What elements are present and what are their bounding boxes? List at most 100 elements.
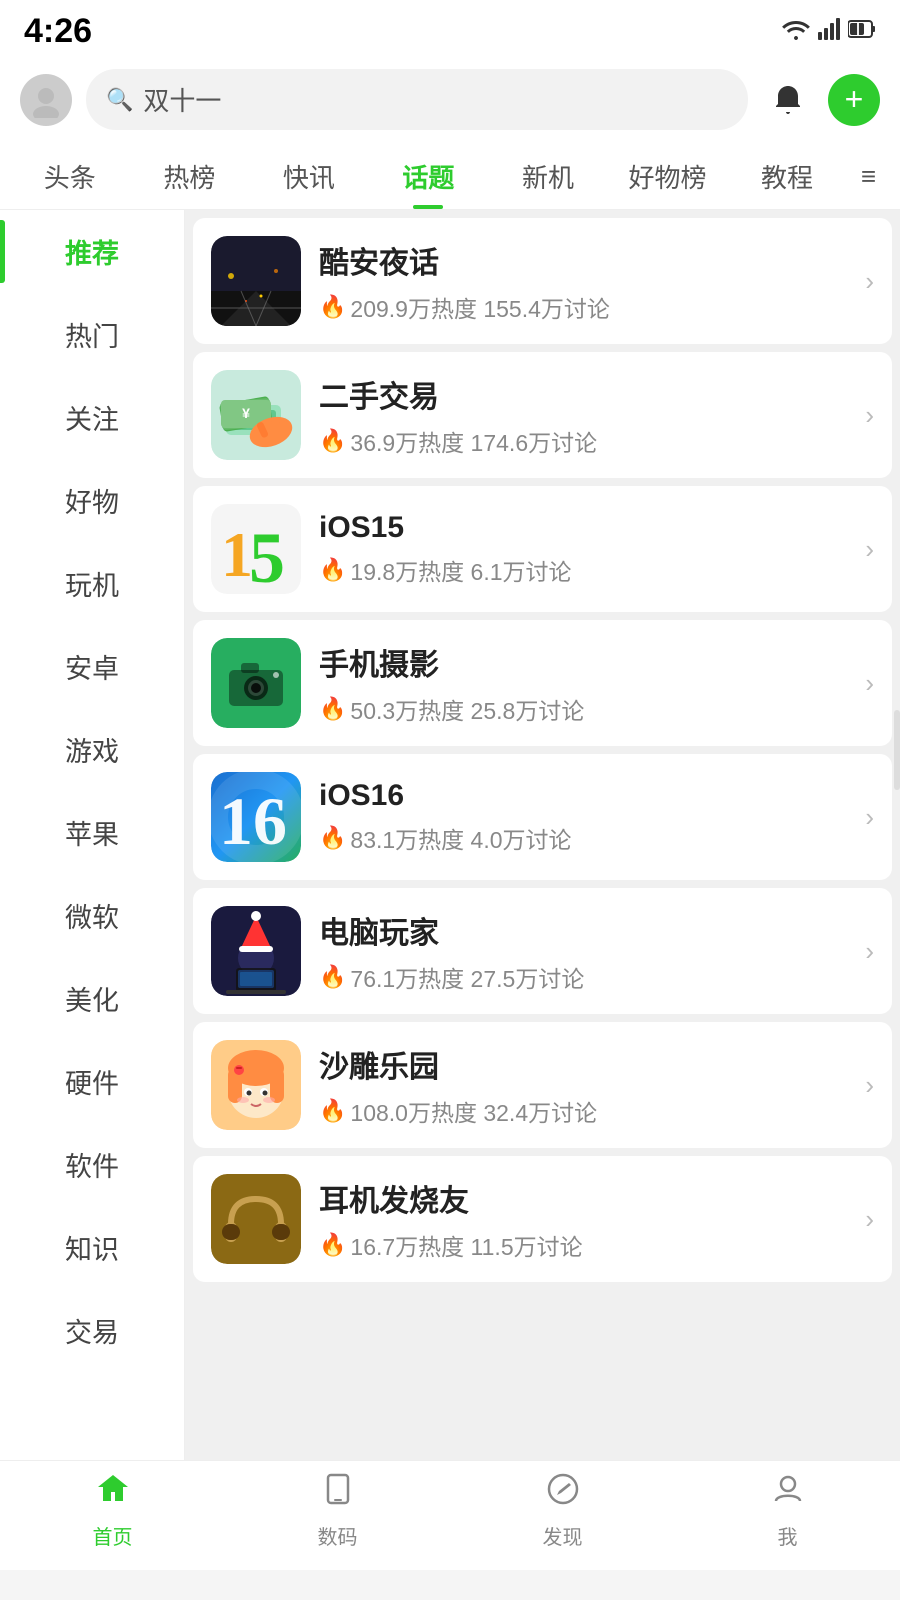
chevron-right-icon: › — [865, 1204, 874, 1235]
topic-thumb: 1 5 — [211, 504, 301, 594]
topic-stats: 🔥 19.8万热度 6.1万讨论 — [319, 553, 847, 587]
bottom-nav-home[interactable]: 首页 — [0, 1471, 225, 1550]
topic-thumb: 16 — [211, 772, 301, 862]
bottom-nav-digital[interactable]: 数码 — [225, 1471, 450, 1550]
main-content: 推荐 热门 关注 好物 玩机 安卓 游戏 苹果 微软 美化 硬件 软件 知识 交… — [0, 210, 900, 1460]
list-item[interactable]: 16 iOS16 🔥 83.1万热度 4.0万讨论 › — [193, 754, 892, 880]
fire-icon: 🔥 — [319, 557, 346, 583]
topic-stats: 🔥 76.1万热度 27.5万讨论 — [319, 960, 847, 994]
tab-headlines[interactable]: 头条 — [10, 140, 130, 209]
chevron-right-icon: › — [865, 1070, 874, 1101]
home-icon — [95, 1471, 131, 1516]
bottom-nav-digital-label: 数码 — [318, 1521, 358, 1550]
bottom-nav-profile[interactable]: 我 — [675, 1471, 900, 1550]
topic-stats: 🔥 16.7万热度 11.5万讨论 — [319, 1228, 847, 1262]
tab-newphone[interactable]: 新机 — [488, 140, 608, 209]
search-bar[interactable]: 🔍 双十一 — [86, 69, 748, 130]
topic-name: 手机摄影 — [319, 640, 847, 684]
nav-more-button[interactable]: ≡ — [847, 143, 890, 206]
fire-icon: 🔥 — [319, 964, 346, 990]
tab-tutorial[interactable]: 教程 — [727, 140, 847, 209]
tab-goodlist[interactable]: 好物榜 — [608, 140, 728, 209]
topic-name: 电脑玩家 — [319, 908, 847, 952]
discover-icon — [545, 1471, 581, 1516]
topic-name: 耳机发烧友 — [319, 1176, 847, 1220]
sidebar-item-trade[interactable]: 交易 — [0, 1289, 184, 1372]
signal-icon — [818, 18, 840, 46]
svg-text:5: 5 — [249, 518, 285, 594]
topic-heat-discuss: 50.3万热度 25.8万讨论 — [350, 692, 584, 726]
tab-flash[interactable]: 快讯 — [249, 140, 369, 209]
topic-stats: 🔥 50.3万热度 25.8万讨论 — [319, 692, 847, 726]
device-icon — [320, 1471, 356, 1516]
fire-icon: 🔥 — [319, 696, 346, 722]
topic-heat-discuss: 108.0万热度 32.4万讨论 — [350, 1094, 597, 1128]
topic-info: iOS15 🔥 19.8万热度 6.1万讨论 — [319, 511, 847, 587]
add-button[interactable]: + — [828, 74, 880, 126]
sidebar-item-apple[interactable]: 苹果 — [0, 791, 184, 874]
bottom-nav-discover[interactable]: 发现 — [450, 1471, 675, 1550]
topic-heat-discuss: 83.1万热度 4.0万讨论 — [350, 821, 571, 855]
bottom-nav-home-label: 首页 — [93, 1521, 133, 1550]
topic-info: 电脑玩家 🔥 76.1万热度 27.5万讨论 — [319, 908, 847, 994]
list-item[interactable]: ¥ 二手交易 🔥 36.9万热度 174.6万讨论 › — [193, 352, 892, 478]
sidebar-item-microsoft[interactable]: 微软 — [0, 874, 184, 957]
topic-info: 耳机发烧友 🔥 16.7万热度 11.5万讨论 — [319, 1176, 847, 1262]
fire-icon: 🔥 — [319, 1232, 346, 1258]
topic-stats: 🔥 36.9万热度 174.6万讨论 — [319, 424, 847, 458]
chevron-right-icon: › — [865, 400, 874, 431]
sidebar-item-knowledge[interactable]: 知识 — [0, 1206, 184, 1289]
list-item[interactable]: 酷安夜话 🔥 209.9万热度 155.4万讨论 › — [193, 218, 892, 344]
nav-tabs: 头条 热榜 快讯 话题 新机 好物榜 教程 ≡ — [0, 140, 900, 210]
topic-heat-discuss: 19.8万热度 6.1万讨论 — [350, 553, 571, 587]
topic-thumb — [211, 1040, 301, 1130]
topic-stats: 🔥 83.1万热度 4.0万讨论 — [319, 821, 847, 855]
bottom-nav-profile-label: 我 — [778, 1521, 798, 1550]
bottom-nav-discover-label: 发现 — [543, 1521, 583, 1550]
chevron-right-icon: › — [865, 266, 874, 297]
list-item[interactable]: 电脑玩家 🔥 76.1万热度 27.5万讨论 › — [193, 888, 892, 1014]
search-icon: 🔍 — [106, 87, 133, 113]
list-item[interactable]: 1 5 iOS15 🔥 19.8万热度 6.1万讨论 › — [193, 486, 892, 612]
tab-topics[interactable]: 话题 — [369, 140, 489, 209]
sidebar-item-goods[interactable]: 好物 — [0, 459, 184, 542]
topic-name: iOS16 — [319, 779, 847, 813]
list-item[interactable]: 沙雕乐园 🔥 108.0万热度 32.4万讨论 › — [193, 1022, 892, 1148]
search-input-value: 双十一 — [143, 81, 221, 118]
notification-button[interactable] — [762, 74, 814, 126]
fire-icon: 🔥 — [319, 294, 346, 320]
scrollbar — [894, 710, 900, 790]
topic-name: 沙雕乐园 — [319, 1042, 847, 1086]
fire-icon: 🔥 — [319, 825, 346, 851]
topic-info: 沙雕乐园 🔥 108.0万热度 32.4万讨论 — [319, 1042, 847, 1128]
topic-thumb — [211, 638, 301, 728]
chevron-right-icon: › — [865, 802, 874, 833]
topic-name: iOS15 — [319, 511, 847, 545]
fire-icon: 🔥 — [319, 1098, 346, 1124]
wifi-icon — [782, 18, 810, 46]
sidebar-item-beauty[interactable]: 美化 — [0, 957, 184, 1040]
sidebar-item-software[interactable]: 软件 — [0, 1123, 184, 1206]
topic-heat-discuss: 76.1万热度 27.5万讨论 — [350, 960, 584, 994]
status-time: 4:26 — [24, 12, 92, 51]
status-bar: 4:26 — [0, 0, 900, 59]
sidebar-item-hardware[interactable]: 硬件 — [0, 1040, 184, 1123]
topic-stats: 🔥 108.0万热度 32.4万讨论 — [319, 1094, 847, 1128]
avatar[interactable] — [20, 74, 72, 126]
list-item[interactable]: 耳机发烧友 🔥 16.7万热度 11.5万讨论 › — [193, 1156, 892, 1282]
header: 🔍 双十一 + — [0, 59, 900, 140]
sidebar-item-follow[interactable]: 关注 — [0, 376, 184, 459]
bottom-nav: 首页 数码 发现 我 — [0, 1460, 900, 1570]
sidebar-item-game[interactable]: 游戏 — [0, 708, 184, 791]
sidebar-item-hot[interactable]: 热门 — [0, 293, 184, 376]
topic-thumb — [211, 906, 301, 996]
chevron-right-icon: › — [865, 936, 874, 967]
sidebar-item-android[interactable]: 安卓 — [0, 625, 184, 708]
sidebar: 推荐 热门 关注 好物 玩机 安卓 游戏 苹果 微软 美化 硬件 软件 知识 交… — [0, 210, 185, 1460]
list-item[interactable]: 手机摄影 🔥 50.3万热度 25.8万讨论 › — [193, 620, 892, 746]
sidebar-item-recommend[interactable]: 推荐 — [0, 210, 184, 293]
fire-icon: 🔥 — [319, 428, 346, 454]
sidebar-item-play[interactable]: 玩机 — [0, 542, 184, 625]
tab-trending[interactable]: 热榜 — [130, 140, 250, 209]
topic-info: 二手交易 🔥 36.9万热度 174.6万讨论 — [319, 372, 847, 458]
